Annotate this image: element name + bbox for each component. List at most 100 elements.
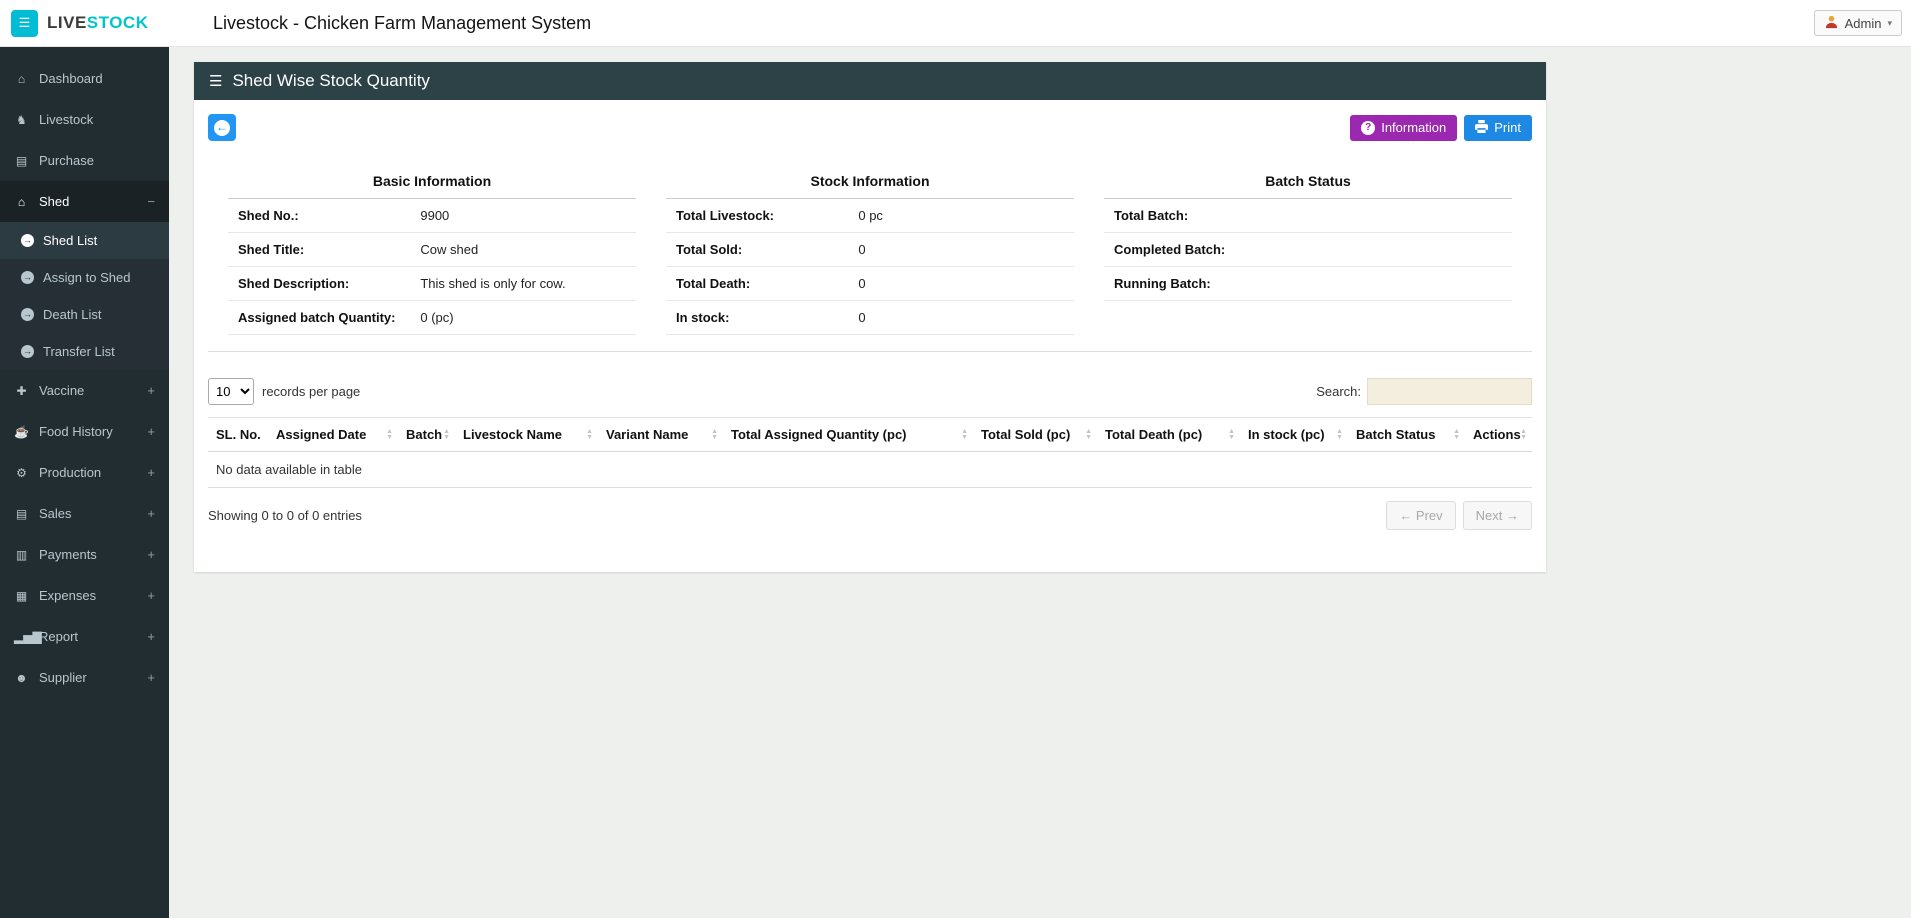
info-label: Running Batch:	[1114, 276, 1211, 291]
sort-icon: ▲ ▼	[1228, 427, 1235, 441]
hamburger-icon: ☰	[18, 15, 31, 30]
sort-icon: ▲ ▼	[1085, 427, 1092, 441]
sidebar-item-purchase[interactable]: ▤ Purchase	[0, 140, 169, 181]
info-value: 0	[858, 276, 866, 291]
production-icon: ⚙	[16, 465, 27, 480]
arrow-circle-icon: →	[21, 271, 34, 284]
sidebar-item-label: Purchase	[39, 153, 94, 168]
arrow-circle-icon: →	[21, 234, 34, 247]
info-row: Shed Title: Cow shed	[228, 233, 636, 267]
info-label: Shed Title:	[238, 242, 305, 257]
column-header-total-sold[interactable]: Total Sold (pc) ▲ ▼	[973, 417, 1097, 452]
plus-icon: +	[147, 465, 155, 480]
info-value: 0 pc	[858, 208, 883, 223]
info-row: Running Batch:	[1104, 267, 1512, 301]
info-label: Assigned batch Quantity:	[238, 310, 396, 325]
page-size-control: 10 records per page	[208, 378, 360, 405]
search-input[interactable]	[1367, 378, 1532, 405]
sidebar-item-death-list[interactable]: → Death List	[0, 296, 169, 333]
plus-icon: +	[147, 588, 155, 603]
sidebar-item-assign-to-shed[interactable]: → Assign to Shed	[0, 259, 169, 296]
print-button-label: Print	[1494, 120, 1521, 135]
print-button[interactable]: Print	[1464, 114, 1532, 141]
sort-icon: ▲ ▼	[443, 427, 450, 441]
sort-icon: ▲ ▼	[711, 427, 718, 441]
sidebar-subitem-label: Assign to Shed	[43, 270, 131, 285]
info-row: In stock: 0	[666, 301, 1074, 335]
plus-icon: +	[147, 547, 155, 562]
sidebar-item-shed-list[interactable]: → Shed List	[0, 222, 169, 259]
pagination: ← Prev Next →	[1386, 501, 1532, 530]
column-header-in-stock[interactable]: In stock (pc) ▲ ▼	[1240, 417, 1348, 452]
info-label: Shed No.:	[238, 208, 299, 223]
shed-stock-panel: ☰ Shed Wise Stock Quantity ← ? Informati…	[194, 62, 1546, 572]
info-column-stock: Stock Information Total Livestock: 0 pc …	[666, 163, 1074, 335]
info-row: Assigned batch Quantity: 0 (pc)	[228, 301, 636, 335]
sidebar-subitem-label: Death List	[43, 307, 102, 322]
info-row: Shed No.: 9900	[228, 199, 636, 233]
sidebar-item-report[interactable]: ▂▅▇ Report +	[0, 616, 169, 657]
sidebar-item-label: Expenses	[39, 588, 97, 603]
sidebar-item-shed[interactable]: ⌂ Shed −	[0, 181, 169, 222]
app-title: Livestock - Chicken Farm Management Syst…	[213, 12, 592, 33]
column-header-actions[interactable]: Actions ▲ ▼	[1465, 417, 1532, 452]
column-header-batch-status[interactable]: Batch Status ▲ ▼	[1348, 417, 1465, 452]
arrow-circle-icon: →	[21, 345, 34, 358]
info-column-heading: Basic Information	[228, 163, 636, 199]
admin-dropdown[interactable]: Admin ▾	[1813, 10, 1902, 36]
menu-icon: ☰	[209, 73, 223, 90]
sidebar-subitem-label: Transfer List	[43, 344, 115, 359]
information-button[interactable]: ? Information	[1350, 114, 1458, 141]
report-chart-icon: ▂▅▇	[14, 629, 42, 644]
sidebar-item-livestock[interactable]: ♞ Livestock	[0, 99, 169, 140]
next-page-button[interactable]: Next →	[1462, 501, 1532, 530]
logo-text-stock: STOCK	[86, 13, 149, 32]
toolbar-actions: ? Information Print	[1350, 114, 1532, 141]
sidebar-item-sales[interactable]: ▤ Sales +	[0, 493, 169, 534]
sidebar-item-label: Shed	[39, 194, 70, 209]
info-column-heading: Batch Status	[1104, 163, 1512, 199]
main-content: ☰ Shed Wise Stock Quantity ← ? Informati…	[169, 47, 1911, 918]
column-header-livestock-name[interactable]: Livestock Name ▲ ▼	[455, 417, 598, 452]
plus-icon: +	[147, 383, 155, 398]
sidebar-item-label: Production	[39, 465, 102, 480]
column-header-total-assigned-quantity[interactable]: Total Assigned Quantity (pc) ▲ ▼	[723, 417, 973, 452]
app-window: ☰ LIVESTOCK Livestock - Chicken Farm Man…	[0, 0, 1911, 918]
page-size-select[interactable]: 10	[208, 378, 254, 405]
sidebar-item-transfer-list[interactable]: → Transfer List	[0, 333, 169, 370]
plus-icon: +	[147, 424, 155, 439]
sidebar-item-production[interactable]: ⚙ Production +	[0, 452, 169, 493]
plus-icon: +	[147, 506, 155, 521]
brand-area: ☰ LIVESTOCK	[0, 9, 169, 37]
plus-icon: +	[147, 670, 155, 685]
sidebar-toggle-button[interactable]: ☰	[11, 9, 38, 37]
column-header-sl-no: SL. No.	[208, 417, 268, 452]
sort-icon: ▲ ▼	[1520, 427, 1527, 441]
column-header-assigned-date[interactable]: Assigned Date ▲ ▼	[268, 417, 398, 452]
arrow-circle-icon: →	[21, 308, 34, 321]
column-header-batch[interactable]: Batch ▲ ▼	[398, 417, 455, 452]
column-header-variant-name[interactable]: Variant Name ▲ ▼	[598, 417, 723, 452]
info-column-batch: Batch Status Total Batch: Completed Batc…	[1104, 163, 1512, 335]
sort-icon: ▲ ▼	[1453, 427, 1460, 441]
sidebar-item-dashboard[interactable]: ⌂ Dashboard	[0, 58, 169, 99]
arrow-circle-left-icon: ←	[214, 119, 230, 136]
app-logo: LIVESTOCK	[47, 13, 149, 33]
sort-icon: ▲ ▼	[586, 427, 593, 441]
payments-icon: ▥	[15, 547, 28, 562]
sidebar-item-vaccine[interactable]: ✚ Vaccine +	[0, 370, 169, 411]
sidebar-item-expenses[interactable]: ▦ Expenses +	[0, 575, 169, 616]
sidebar-item-payments[interactable]: ▥ Payments +	[0, 534, 169, 575]
home-icon: ⌂	[17, 71, 26, 86]
info-label: Total Livestock:	[676, 208, 775, 223]
shed-icon: ⌂	[17, 194, 26, 209]
info-label: Total Batch:	[1114, 208, 1189, 223]
back-button[interactable]: ←	[208, 114, 236, 141]
sort-icon: ▲ ▼	[961, 427, 968, 441]
prev-page-button[interactable]: ← Prev	[1386, 501, 1456, 530]
column-header-total-death[interactable]: Total Death (pc) ▲ ▼	[1097, 417, 1240, 452]
sidebar-item-food-history[interactable]: ☕ Food History +	[0, 411, 169, 452]
sidebar-item-supplier[interactable]: ☻ Supplier +	[0, 657, 169, 698]
sidebar-item-label: Report	[39, 629, 79, 644]
sidebar-item-label: Sales	[39, 506, 72, 521]
